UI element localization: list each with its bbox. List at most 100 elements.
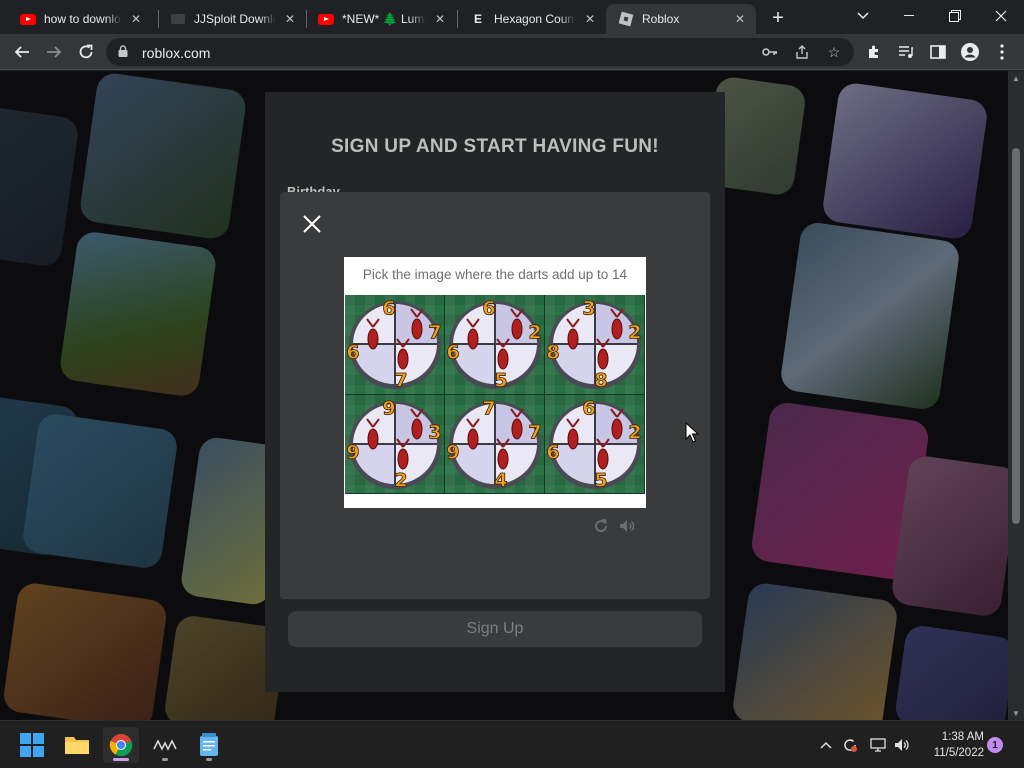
dartboard-icon: 7 7 9 4 (446, 397, 542, 492)
dart-score-number: 7 (528, 421, 541, 443)
browser-toolbar: roblox.com ☆ (0, 34, 1024, 70)
dart-score-number: 9 (346, 441, 359, 463)
file-explorer-icon[interactable] (59, 727, 95, 763)
captcha-modal: Pick the image where the darts add up to… (280, 192, 710, 599)
tab-how-to-download[interactable]: how to download ✕ (8, 4, 152, 34)
dart-score-number: 7 (394, 370, 407, 392)
dartboard-icon: 3 2 8 8 (546, 297, 642, 392)
address-bar[interactable]: roblox.com ☆ (106, 38, 854, 66)
captcha-prompt: Pick the image where the darts add up to… (362, 267, 628, 282)
network-icon[interactable] (868, 735, 888, 755)
close-tab-icon[interactable]: ✕ (582, 11, 598, 27)
roblox-icon (618, 11, 634, 27)
dart-score-number: 7 (482, 397, 495, 419)
menu-icon[interactable] (990, 40, 1014, 64)
dart-score-number: 6 (582, 397, 595, 419)
close-tab-icon[interactable]: ✕ (732, 11, 748, 27)
sync-icon[interactable] (840, 735, 860, 755)
media-control-icon[interactable] (894, 40, 918, 64)
close-tab-icon[interactable]: ✕ (282, 11, 298, 27)
dart-score-number: 9 (446, 441, 459, 463)
profile-icon[interactable] (958, 40, 982, 64)
close-tab-icon[interactable]: ✕ (128, 11, 144, 27)
captcha-option[interactable]: 7 7 9 4 (445, 394, 545, 494)
dartboard-icon: 6 2 6 5 (546, 397, 642, 492)
captcha-panel: Pick the image where the darts add up to… (344, 257, 646, 508)
tab-search-button[interactable] (840, 0, 886, 32)
dart-score-number: 4 (494, 469, 507, 491)
close-icon[interactable] (301, 213, 323, 235)
hexagon-icon: E (473, 12, 482, 26)
dart-score-number: 6 (382, 298, 395, 320)
dart-score-number: 6 (546, 441, 559, 463)
dart-score-number: 6 (446, 342, 459, 364)
dart-score-number: 3 (582, 298, 595, 320)
close-window-button[interactable] (978, 0, 1024, 32)
dart-score-number: 5 (494, 370, 507, 392)
chrome-icon[interactable] (103, 727, 139, 763)
dartboard-icon: 6 7 6 7 (346, 297, 442, 392)
url-text: roblox.com (142, 45, 211, 61)
dart-score-number: 2 (528, 322, 541, 344)
mouse-cursor-icon (685, 422, 699, 443)
clock-time: 1:38 AM (941, 731, 984, 743)
app-icon[interactable] (147, 727, 183, 763)
dartboard-icon: 9 3 9 2 (346, 397, 442, 492)
restore-button[interactable] (932, 0, 978, 32)
captcha-grid: 676762653288939277946265 (345, 295, 645, 494)
start-icon[interactable] (14, 727, 50, 763)
lock-icon[interactable] (118, 45, 128, 57)
new-tab-button[interactable]: + (766, 6, 790, 30)
volume-icon[interactable] (892, 735, 912, 755)
tab-hexagon-county[interactable]: E Hexagon County ✕ (458, 4, 606, 34)
sign-up-button[interactable]: Sign Up (288, 611, 702, 647)
tab-jjsploit[interactable]: JJSploit Download ✕ (158, 4, 306, 34)
dart-score-number: 8 (594, 370, 607, 392)
refresh-icon[interactable] (592, 517, 610, 535)
dart-score-number: 3 (428, 421, 441, 443)
extensions-icon[interactable] (862, 40, 886, 64)
tab-title: how to download (44, 12, 122, 26)
tab-roblox[interactable]: Roblox ✕ (606, 4, 756, 34)
dart-score-number: 7 (428, 322, 441, 344)
tab-lumber[interactable]: *NEW* 🌲 Lumb ✕ (306, 4, 456, 34)
tab-title: JJSploit Download (194, 12, 276, 26)
bookmark-star-icon[interactable]: ☆ (824, 42, 844, 62)
back-button[interactable] (10, 40, 34, 64)
show-hidden-icons-icon[interactable] (816, 735, 836, 755)
forward-button[interactable] (42, 40, 66, 64)
notification-badge[interactable]: 1 (987, 737, 1003, 753)
key-icon[interactable] (760, 42, 780, 62)
dart-score-number: 2 (628, 322, 641, 344)
dart-score-number: 6 (346, 342, 359, 364)
dartboard-icon: 6 2 6 5 (446, 297, 542, 392)
captcha-option[interactable]: 6 2 6 5 (545, 394, 645, 494)
page-scrollbar[interactable]: ▲ ▼ (1008, 71, 1024, 720)
clock-date: 11/5/2022 (933, 747, 984, 759)
captcha-option[interactable]: 3 2 8 8 (545, 295, 645, 395)
tab-title: Hexagon County (494, 12, 576, 26)
tab-strip: how to download ✕ JJSploit Download ✕ *N… (0, 0, 1024, 34)
dart-score-number: 6 (482, 298, 495, 320)
audio-icon[interactable] (619, 517, 637, 535)
dart-score-number: 8 (546, 342, 559, 364)
share-icon[interactable] (792, 42, 812, 62)
scroll-thumb[interactable] (1012, 148, 1020, 524)
minimize-button[interactable] (886, 0, 932, 32)
reload-button[interactable] (74, 40, 98, 64)
dart-score-number: 5 (594, 469, 607, 491)
close-tab-icon[interactable]: ✕ (432, 11, 448, 27)
signup-title: SIGN UP AND START HAVING FUN! (331, 136, 659, 157)
tab-title: *NEW* 🌲 Lumb (342, 12, 426, 26)
side-panel-icon[interactable] (926, 40, 950, 64)
captcha-option[interactable]: 9 3 9 2 (345, 394, 445, 494)
scroll-up-arrow-icon[interactable]: ▲ (1008, 71, 1024, 85)
captcha-option[interactable]: 6 7 6 7 (345, 295, 445, 395)
web-page: SIGN UP AND START HAVING FUN! Birthday S… (0, 71, 1008, 720)
captcha-option[interactable]: 6 2 6 5 (445, 295, 545, 395)
dart-score-number: 2 (394, 469, 407, 491)
dart-score-number: 9 (382, 397, 395, 419)
system-clock[interactable]: 1:38 AM 11/5/2022 (916, 729, 984, 761)
notepad-icon[interactable] (191, 727, 227, 763)
scroll-down-arrow-icon[interactable]: ▼ (1008, 706, 1024, 720)
